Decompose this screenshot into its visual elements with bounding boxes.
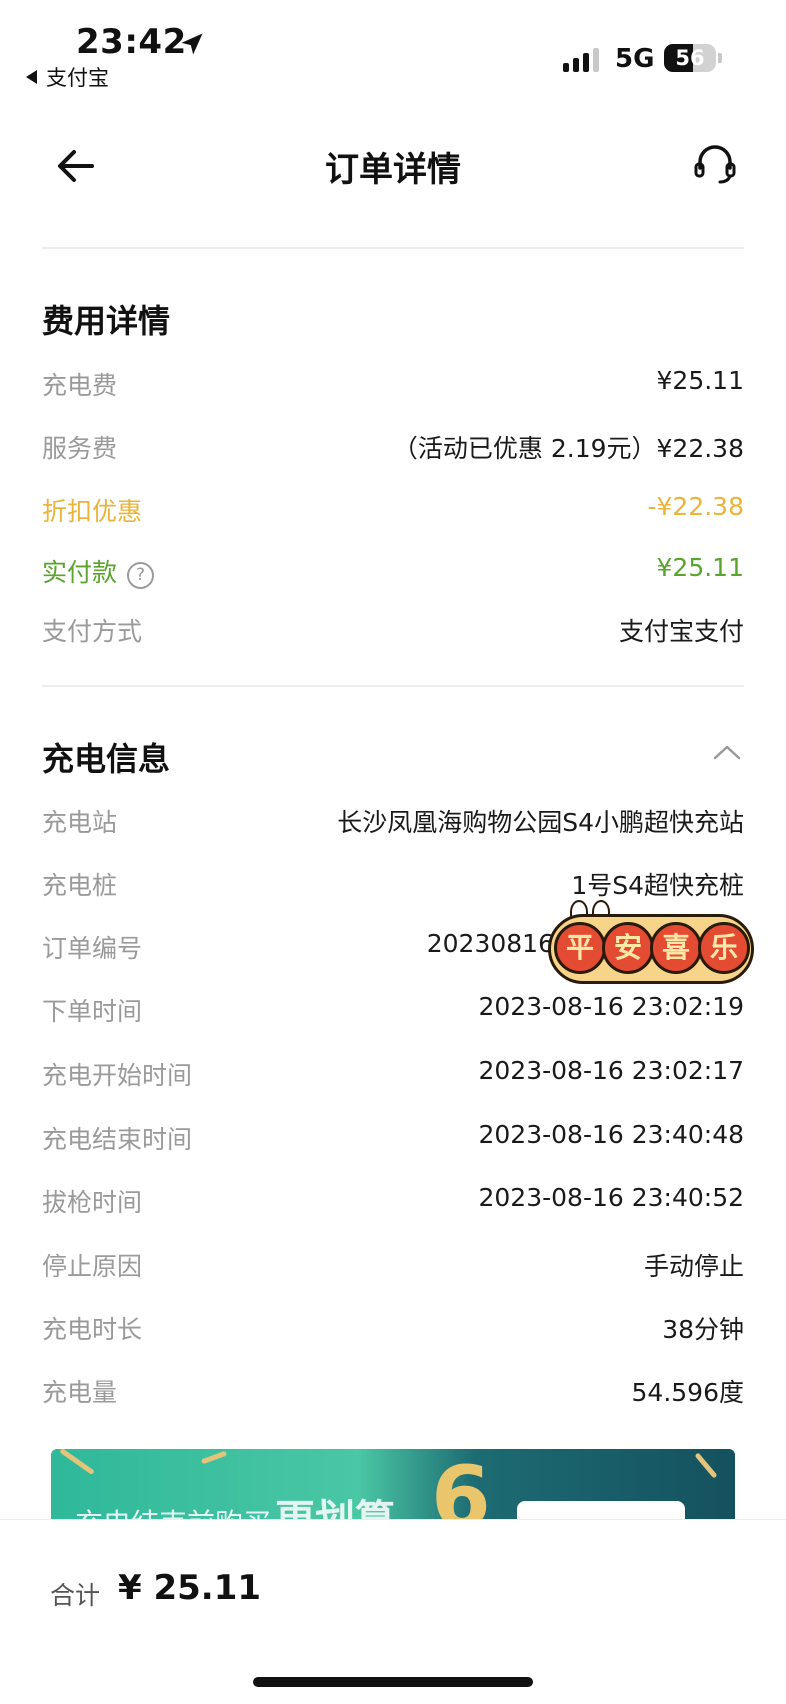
sticker-char: 喜 <box>650 922 702 974</box>
nav-bar: 订单详情 <box>0 120 786 210</box>
info-label: 充电站 <box>42 808 118 837</box>
total-label: 合计 <box>50 1581 101 1610</box>
fee-row-charging: 充电费 ¥25.11 <box>42 366 744 406</box>
customer-service-icon[interactable] <box>690 140 740 190</box>
fee-value: ¥25.11 <box>656 366 744 395</box>
divider <box>42 247 744 249</box>
sticker-char: 乐 <box>698 922 750 974</box>
network-type: 5G <box>615 44 655 74</box>
info-row-end-time: 充电结束时间 2023-08-16 23:40:48 <box>42 1120 744 1160</box>
banner-big-digit: 6 <box>431 1449 491 1519</box>
info-label: 订单编号 <box>42 934 143 963</box>
fee-row-service: 服务费 （活动已优惠 2.19元）¥22.38 <box>42 429 744 469</box>
fee-label: 支付方式 <box>42 617 143 646</box>
info-value: 54.596度 <box>631 1378 744 1407</box>
info-row-duration: 充电时长 38分钟 <box>42 1310 744 1350</box>
info-value: 手动停止 <box>643 1252 744 1281</box>
fee-label-wrap: 实付款? <box>42 553 155 589</box>
back-app-label: 支付宝 <box>46 66 109 90</box>
info-label: 充电开始时间 <box>42 1061 193 1090</box>
info-label: 充电时长 <box>42 1315 143 1344</box>
back-triangle-icon <box>26 70 37 84</box>
info-label: 下单时间 <box>42 997 143 1026</box>
page-title: 订单详情 <box>325 150 461 190</box>
info-row-start-time: 充电开始时间 2023-08-16 23:02:17 <box>42 1056 744 1096</box>
info-value: 20230816 <box>426 929 554 958</box>
info-row-energy: 充电量 54.596度 <box>42 1373 744 1413</box>
fee-value: -¥22.38 <box>647 492 745 521</box>
promo-banner[interactable]: 6 充电结束前购买更划算 <box>51 1449 735 1519</box>
fee-row-discount: 折扣优惠 -¥22.38 <box>42 492 744 532</box>
back-to-app-link[interactable]: 支付宝 <box>26 62 109 92</box>
home-indicator[interactable] <box>253 1677 533 1687</box>
fee-row-payment-method: 支付方式 支付宝支付 <box>42 612 744 652</box>
fee-value: （活动已优惠 2.19元）¥22.38 <box>392 434 744 463</box>
battery-nub <box>718 53 722 63</box>
fee-label: 充电费 <box>42 371 118 400</box>
fee-value: ¥25.11 <box>656 553 744 582</box>
info-label: 拔枪时间 <box>42 1188 143 1217</box>
fee-details-title: 费用详情 <box>42 302 171 340</box>
sticker-char: 平 <box>554 922 606 974</box>
banner-text: 充电结束前购买更划算 <box>75 1487 395 1519</box>
info-row-order-time: 下单时间 2023-08-16 23:02:19 <box>42 992 744 1032</box>
divider <box>42 685 744 687</box>
info-label: 充电结束时间 <box>42 1125 193 1154</box>
ping-an-xi-le-sticker: 平 安 喜 乐 <box>540 898 760 996</box>
banner-text-main: 充电结束前购买 <box>75 1507 271 1519</box>
battery-icon: 56 <box>664 44 716 72</box>
banner-card <box>517 1501 685 1519</box>
info-label: 停止原因 <box>42 1252 143 1281</box>
banner-streamer <box>694 1452 718 1479</box>
info-label: 充电桩 <box>42 871 118 900</box>
chevron-up-icon[interactable] <box>712 742 742 762</box>
info-value: 长沙凤凰海购物公园S4小鹏超快充站 <box>337 808 744 837</box>
bottom-total-bar: 合计 ¥ 25.11 <box>0 1519 786 1704</box>
info-value: 2023-08-16 23:02:17 <box>478 1056 744 1085</box>
status-bar: 23:42 支付宝 5G 56 <box>0 0 786 100</box>
info-value: 1号S4超快充桩 <box>571 871 744 900</box>
info-value: 2023-08-16 23:02:19 <box>478 992 744 1021</box>
info-label: 充电量 <box>42 1378 118 1407</box>
fee-label: 实付款 <box>42 558 118 587</box>
banner-streamer <box>200 1450 228 1465</box>
cellular-signal-icon <box>563 48 599 72</box>
info-row-unplug-time: 拔枪时间 2023-08-16 23:40:52 <box>42 1183 744 1223</box>
fee-label: 服务费 <box>42 434 118 463</box>
battery-level: 56 <box>675 46 705 70</box>
status-time: 23:42 <box>76 22 187 62</box>
fee-row-paid: 实付款? ¥25.11 <box>42 553 744 593</box>
banner-streamer <box>59 1449 95 1476</box>
total-amount: ¥ 25.11 <box>118 1568 262 1608</box>
info-value: 38分钟 <box>662 1315 744 1344</box>
fee-label: 折扣优惠 <box>42 497 143 526</box>
help-question-icon[interactable]: ? <box>127 562 155 589</box>
charge-info-title: 充电信息 <box>42 740 171 778</box>
info-value: 2023-08-16 23:40:52 <box>478 1183 744 1212</box>
banner-highlight: 更划算 <box>275 1497 395 1519</box>
info-row-station: 充电站 长沙凤凰海购物公园S4小鹏超快充站 <box>42 803 744 843</box>
location-arrow-icon <box>181 33 203 55</box>
info-value: 2023-08-16 23:40:48 <box>478 1120 744 1149</box>
fee-value: 支付宝支付 <box>618 617 744 646</box>
info-row-stop-reason: 停止原因 手动停止 <box>42 1247 744 1287</box>
sticker-char: 安 <box>602 922 654 974</box>
